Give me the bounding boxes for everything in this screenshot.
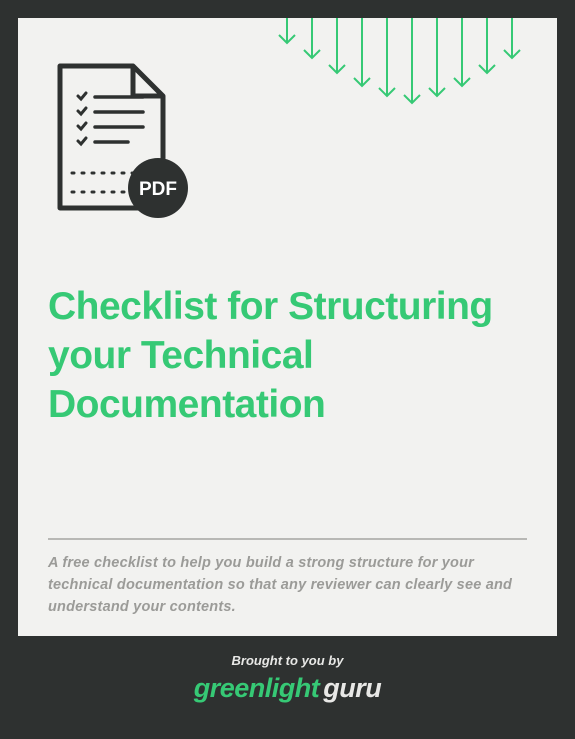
document-title: Checklist for Structuring your Technical… (48, 283, 527, 429)
document-inner: PDF Checklist for Structuring your Techn… (18, 18, 557, 721)
file-icon: PDF (48, 58, 198, 228)
pdf-document-icon: PDF (48, 58, 198, 228)
decorative-arrows-icon (277, 18, 537, 118)
pdf-badge-label: PDF (139, 179, 177, 200)
divider (48, 538, 527, 540)
footer-label: Brought to you by (232, 653, 344, 668)
document-subtitle: A free checklist to help you build a str… (48, 553, 517, 618)
brand-logo: greenlightguru (194, 673, 382, 704)
footer: Brought to you by greenlightguru (18, 636, 557, 721)
logo-secondary: guru (323, 673, 381, 703)
logo-primary: greenlight (194, 673, 320, 703)
document-page: PDF Checklist for Structuring your Techn… (0, 0, 575, 739)
